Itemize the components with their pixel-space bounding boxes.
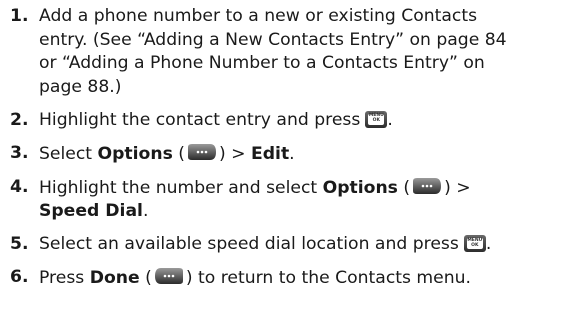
paren-close: ) to return to the Contacts menu. — [185, 268, 471, 288]
steps-list: 1. Add a phone number to a new or existi… — [10, 5, 563, 291]
options-label: Options — [97, 143, 173, 164]
step-number: 6. — [10, 267, 29, 287]
right-softkey-icon — [411, 176, 443, 196]
speed-dial-label: Speed Dial — [39, 201, 143, 221]
step-text-line: Add a phone number to a new or existing … — [39, 6, 478, 26]
step-number: 1. — [10, 6, 29, 26]
step-text: Highlight the contact entry and press — [39, 109, 361, 130]
step-text: Highlight the number and select — [39, 177, 323, 198]
step-6: 6. Press Done ( ) to return to the Contac… — [10, 266, 563, 291]
step-text-line: Highlight the number and select Options … — [39, 176, 563, 201]
step-number: 4. — [10, 176, 29, 197]
left-softkey-icon — [153, 266, 185, 286]
paren-open: ( — [397, 177, 411, 198]
done-label: Done — [89, 268, 140, 288]
paren-open: ( — [139, 268, 152, 288]
step-end: . — [485, 234, 492, 254]
options-label: Options — [322, 177, 398, 198]
step-number: 2. — [10, 109, 29, 130]
step-1: 1. Add a phone number to a new or existi… — [10, 5, 563, 99]
menu-ok-key-icon: MENU OK — [365, 110, 388, 128]
right-softkey-icon — [186, 142, 218, 162]
step-text: Select an available speed dial location … — [39, 234, 459, 254]
step-2: 2. Highlight the contact entry and press… — [10, 109, 563, 133]
step-text-line: or “Adding a Phone Number to a Contacts … — [39, 53, 485, 73]
edit-label: Edit — [251, 143, 290, 164]
paren-close: ) > — [218, 143, 252, 164]
step-end: . — [387, 109, 393, 130]
ok-key-label: OK — [471, 242, 479, 248]
step-text-line: Speed Dial. — [39, 200, 563, 224]
instruction-page: 1. Add a phone number to a new or existi… — [0, 0, 567, 324]
menu-ok-key-icon: MENU OK — [463, 235, 486, 252]
step-text-line: page 88.) — [39, 76, 122, 97]
step-text: Select — [39, 143, 98, 164]
step-5: 5. Select an available speed dial locati… — [10, 233, 563, 257]
step-3: 3. Select Options ( ) > Edit. — [10, 142, 563, 167]
paren-close: ) > — [444, 177, 471, 198]
step-text: Press — [39, 268, 90, 288]
step-end: . — [289, 143, 295, 164]
step-number: 3. — [10, 142, 29, 163]
step-number: 5. — [10, 234, 29, 254]
step-end: . — [142, 201, 149, 221]
step-4: 4. Highlight the number and select Optio… — [10, 176, 563, 224]
step-text-line: entry. (See “Adding a New Contacts Entry… — [39, 29, 507, 50]
paren-open: ( — [172, 143, 185, 164]
ok-key-label: OK — [372, 118, 380, 123]
